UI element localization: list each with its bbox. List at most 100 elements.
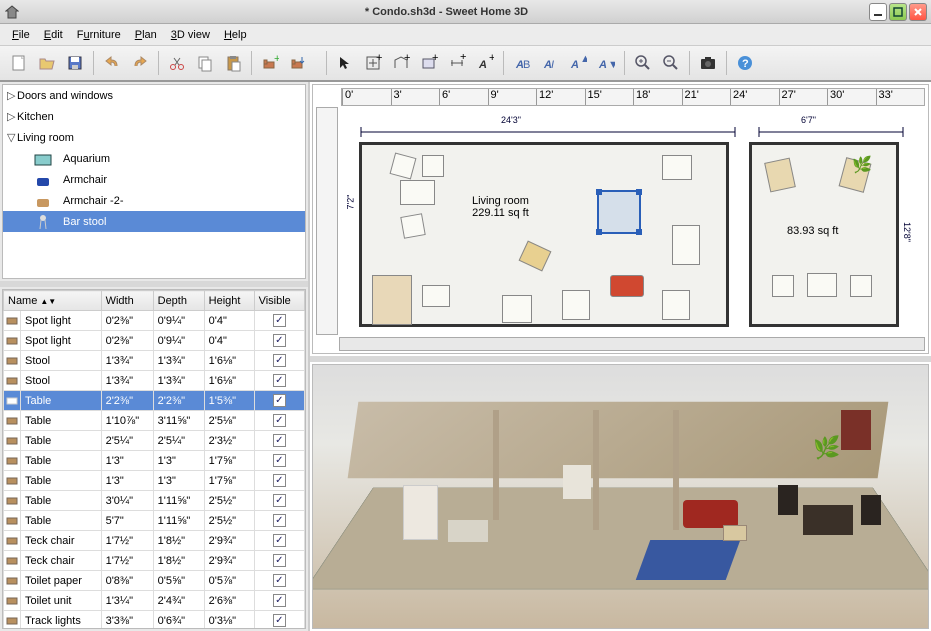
furniture-sofa[interactable] <box>610 275 644 297</box>
furniture-catalog[interactable]: ▷Doors and windows ▷Kitchen ▽Living room… <box>2 84 306 279</box>
table-row[interactable]: Teck chair1'7½"1'8½"2'9¾"✓ <box>4 531 305 551</box>
cell-visible[interactable]: ✓ <box>254 431 304 451</box>
table-row[interactable]: Table5'7"1'11⅝"2'5½"✓ <box>4 511 305 531</box>
furniture-item[interactable] <box>662 155 692 180</box>
catalog-category[interactable]: ▷Kitchen <box>3 106 305 127</box>
table-row[interactable]: Toilet unit1'3¼"2'4¾"2'6⅜"✓ <box>4 591 305 611</box>
furniture-table[interactable]: Name▲▼ Width Depth Height Visible Spot l… <box>2 289 306 629</box>
catalog-category[interactable]: ▷Doors and windows <box>3 85 305 106</box>
table-row[interactable]: Stool1'3¾"1'3¾"1'6⅛"✓ <box>4 351 305 371</box>
photo-button[interactable] <box>695 50 721 76</box>
table-row[interactable]: Toilet paper0'8⅜"0'5⅝"0'5⅞"✓ <box>4 571 305 591</box>
cell-visible[interactable]: ✓ <box>254 471 304 491</box>
plan-view[interactable]: 0'3'6'9'12'15'18'21'24'27'30'33' 24'3" 6… <box>312 84 929 354</box>
menu-furniture[interactable]: Furniture <box>71 27 127 43</box>
furniture-desk[interactable] <box>400 180 435 205</box>
new-button[interactable] <box>6 50 32 76</box>
redo-button[interactable] <box>127 50 153 76</box>
plant-icon[interactable]: 🌿 <box>852 155 872 175</box>
table-row[interactable]: Table2'5¼"2'5¼"2'3½"✓ <box>4 431 305 451</box>
menu-edit[interactable]: Edit <box>38 27 69 43</box>
col-name[interactable]: Name▲▼ <box>4 291 102 311</box>
room-living[interactable]: Living room229.11 sq ft <box>359 142 729 327</box>
cell-visible[interactable]: ✓ <box>254 511 304 531</box>
import-furniture-button[interactable] <box>285 50 311 76</box>
cell-visible[interactable]: ✓ <box>254 451 304 471</box>
select-tool[interactable] <box>332 50 358 76</box>
increase-text-button[interactable]: A▲ <box>565 50 591 76</box>
3d-view[interactable]: 🌿 <box>312 364 929 629</box>
cell-visible[interactable]: ✓ <box>254 551 304 571</box>
furniture-chair[interactable] <box>764 158 796 193</box>
table-row[interactable]: Spot light0'2⅜"0'9¼"0'4"✓ <box>4 311 305 331</box>
room-2[interactable]: 83.93 sq ft 🌿 <box>749 142 899 327</box>
zoom-out-button[interactable] <box>658 50 684 76</box>
cell-visible[interactable]: ✓ <box>254 351 304 371</box>
horizontal-splitter[interactable] <box>310 356 931 362</box>
menu-plan[interactable]: Plan <box>129 27 163 43</box>
menu-help[interactable]: Help <box>218 27 253 43</box>
table-row[interactable]: Table1'3"1'3"1'7⅝"✓ <box>4 451 305 471</box>
col-width[interactable]: Width <box>101 291 153 311</box>
cut-button[interactable] <box>164 50 190 76</box>
cell-visible[interactable]: ✓ <box>254 591 304 611</box>
paste-button[interactable] <box>220 50 246 76</box>
menu-file[interactable]: File <box>6 27 36 43</box>
cell-visible[interactable]: ✓ <box>254 311 304 331</box>
add-furniture-button[interactable]: + <box>257 50 283 76</box>
col-depth[interactable]: Depth <box>153 291 204 311</box>
create-text-tool[interactable]: A+ <box>472 50 498 76</box>
create-rooms-tool[interactable]: + <box>416 50 442 76</box>
furniture-item[interactable] <box>662 290 690 320</box>
table-row[interactable]: Table2'2⅜"2'2⅜"1'5⅜"✓ <box>4 391 305 411</box>
menu-3dview[interactable]: 3D view <box>165 27 216 43</box>
catalog-category[interactable]: ▽Living room <box>3 127 305 148</box>
furniture-item[interactable] <box>422 285 450 307</box>
catalog-item-selected[interactable]: Bar stool <box>3 211 305 232</box>
plan-canvas[interactable]: 24'3" 6'7" 7'2" 12'8" Living room229.11 … <box>339 107 925 335</box>
cell-visible[interactable]: ✓ <box>254 391 304 411</box>
copy-button[interactable] <box>192 50 218 76</box>
create-walls-tool[interactable]: + <box>388 50 414 76</box>
furniture-item[interactable] <box>502 295 532 323</box>
undo-button[interactable] <box>99 50 125 76</box>
cell-visible[interactable]: ✓ <box>254 531 304 551</box>
cell-visible[interactable]: ✓ <box>254 611 304 630</box>
maximize-button[interactable] <box>889 3 907 21</box>
col-visible[interactable]: Visible <box>254 291 304 311</box>
furniture-chair[interactable] <box>422 155 444 177</box>
furniture-item[interactable] <box>562 290 590 320</box>
cell-visible[interactable]: ✓ <box>254 571 304 591</box>
table-row[interactable]: Stool1'3¾"1'3¾"1'6⅛"✓ <box>4 371 305 391</box>
zoom-in-button[interactable] <box>630 50 656 76</box>
catalog-item[interactable]: Armchair -2- <box>3 190 305 211</box>
cell-visible[interactable]: ✓ <box>254 491 304 511</box>
horizontal-scrollbar[interactable] <box>339 337 925 351</box>
furniture-item[interactable] <box>772 275 794 297</box>
catalog-item[interactable]: Aquarium <box>3 148 305 169</box>
table-row[interactable]: Track lights3'3⅜"0'6¾"0'3⅛"✓ <box>4 611 305 630</box>
table-row[interactable]: Table1'10⅞"3'11⅝"2'5⅛"✓ <box>4 411 305 431</box>
minimize-button[interactable] <box>869 3 887 21</box>
selected-furniture[interactable] <box>597 190 641 234</box>
pan-tool[interactable]: + <box>360 50 386 76</box>
col-height[interactable]: Height <box>204 291 254 311</box>
table-row[interactable]: Table1'3"1'3"1'7⅝"✓ <box>4 471 305 491</box>
cell-visible[interactable]: ✓ <box>254 411 304 431</box>
text-italic-button[interactable]: AI <box>537 50 563 76</box>
furniture-chair[interactable] <box>519 241 552 272</box>
cell-visible[interactable]: ✓ <box>254 331 304 351</box>
furniture-chair[interactable] <box>390 153 417 180</box>
save-button[interactable] <box>62 50 88 76</box>
table-row[interactable]: Teck chair1'7½"1'8½"2'9¾"✓ <box>4 551 305 571</box>
close-button[interactable] <box>909 3 927 21</box>
text-bold-button[interactable]: AB <box>509 50 535 76</box>
table-row[interactable]: Table3'0¼"1'11⅝"2'5½"✓ <box>4 491 305 511</box>
open-button[interactable] <box>34 50 60 76</box>
decrease-text-button[interactable]: A▼ <box>593 50 619 76</box>
furniture-chair[interactable] <box>400 213 425 238</box>
horizontal-splitter[interactable] <box>0 281 308 287</box>
cell-visible[interactable]: ✓ <box>254 371 304 391</box>
help-button[interactable]: ? <box>732 50 758 76</box>
create-dimensions-tool[interactable]: + <box>444 50 470 76</box>
